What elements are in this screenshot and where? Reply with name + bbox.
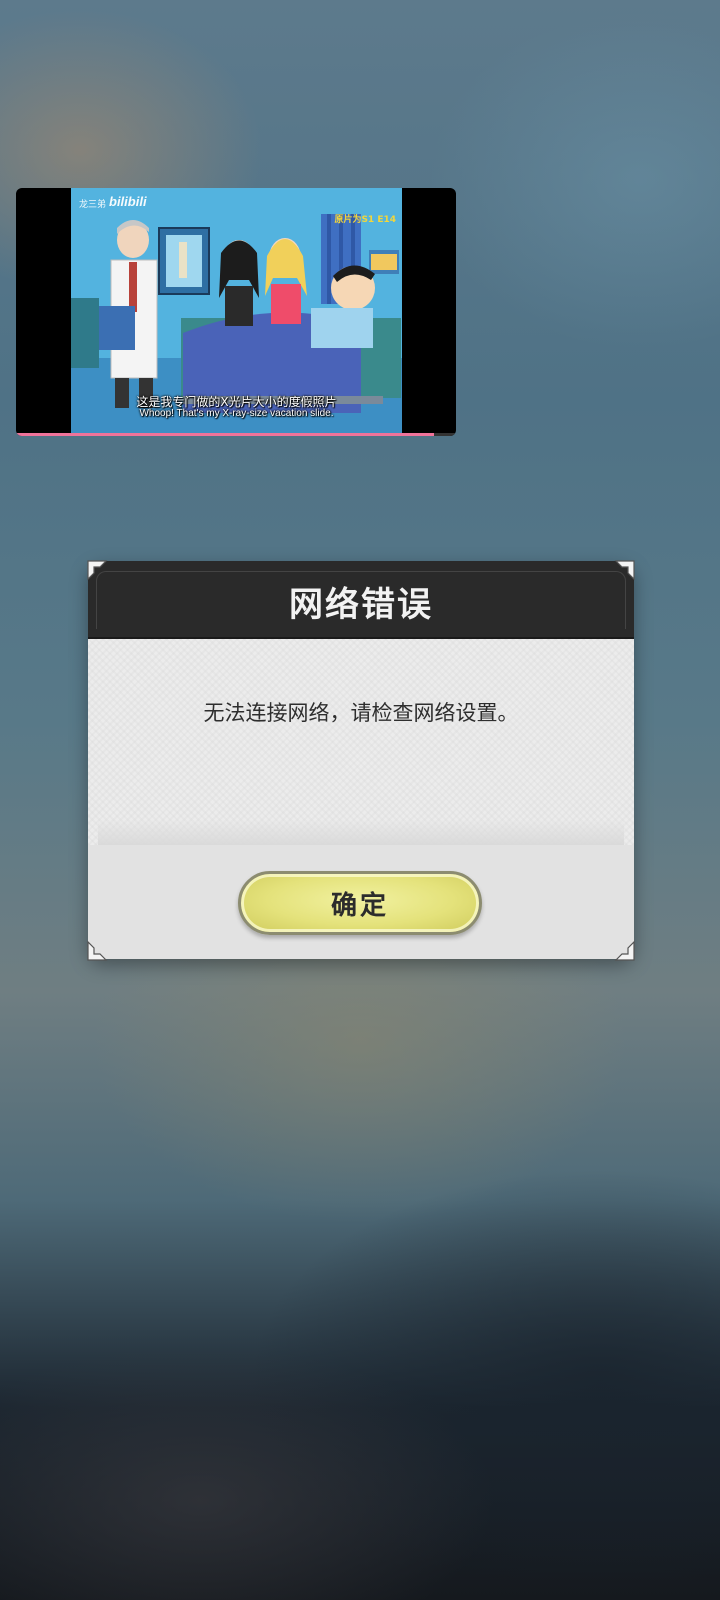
corner-ornament-icon (86, 940, 108, 962)
episode-tag: 原片为S1 E14 (334, 215, 396, 225)
bilibili-logo: bilibili (109, 194, 147, 209)
dialog-body: 无法连接网络，请检查网络设置。 (88, 639, 634, 845)
confirm-button[interactable]: 确定 (238, 871, 482, 935)
video-frame[interactable]: 龙三弟 bilibili 原片为S1 E14 这是我专门做的X光片大小的度假照片… (71, 188, 402, 436)
dialog-header: 网络错误 (88, 561, 634, 639)
corner-ornament-icon (614, 940, 636, 962)
dialog-message: 无法连接网络，请检查网络设置。 (203, 701, 519, 725)
video-progress-bar[interactable] (16, 433, 456, 436)
subtitle-english: Whoop! That's my X-ray-size vacation sli… (139, 408, 334, 419)
uploader-name: 龙三弟 (79, 200, 107, 210)
dialog-title: 网络错误 (289, 585, 433, 625)
video-progress-fill (16, 433, 434, 436)
dialog-footer: 确定 (88, 845, 634, 959)
floating-video-window[interactable]: 龙三弟 bilibili 原片为S1 E14 这是我专门做的X光片大小的度假照片… (16, 188, 456, 436)
corner-ornament-icon (614, 559, 636, 581)
corner-ornament-icon (86, 559, 108, 581)
network-error-dialog: 网络错误 无法连接网络，请检查网络设置。 确定 (88, 561, 634, 959)
body-divider-fade (98, 819, 624, 845)
